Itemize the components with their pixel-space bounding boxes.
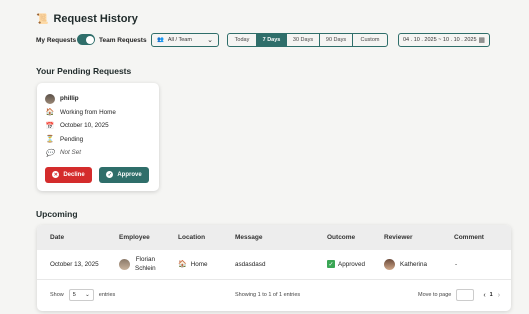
home-icon: 🏠	[45, 109, 55, 117]
avatar	[45, 93, 55, 104]
pagination: Move to page ‹ 1 ›	[418, 289, 500, 301]
showing-text: Showing 1 to 1 of 1 entries	[235, 292, 301, 298]
table-row[interactable]: October 13, 2025 Florian Schlein 🏠 Home …	[37, 250, 511, 280]
avatar	[119, 258, 130, 270]
table-header: Date Employee Location Message Outcome R…	[37, 225, 511, 250]
speech-bubble-icon: 💬	[45, 149, 55, 157]
cell-employee: Florian Schlein	[119, 255, 156, 273]
col-message: Message	[235, 234, 263, 241]
col-outcome: Outcome	[327, 234, 356, 241]
card-actions: ✕ Decline ✓ Approve	[45, 166, 151, 183]
col-location: Location	[178, 234, 206, 241]
hourglass-icon: ⏳	[45, 136, 55, 144]
scroll-icon: 📜	[36, 13, 49, 25]
approve-label: Approve	[117, 171, 142, 178]
page-size-value: 5	[72, 292, 76, 298]
current-page: 1	[489, 292, 493, 298]
chevron-left-icon[interactable]: ‹	[483, 292, 485, 299]
date-range-value: 04 . 10 . 2025 ~ 10 . 10 . 2025	[403, 37, 477, 43]
card-type: 🏠 Working from Home	[45, 106, 151, 120]
request-status: Pending	[60, 135, 84, 143]
team-select-value: All / Team	[167, 37, 192, 43]
request-date: October 10, 2025	[60, 122, 109, 130]
chevron-down-icon: ⌄	[207, 37, 213, 44]
range-custom[interactable]: Custom	[353, 34, 387, 46]
reviewer-name: Katherina	[400, 261, 427, 268]
page-title: 📜 Request History	[36, 13, 138, 25]
chevron-down-icon: ⌄	[85, 292, 90, 298]
page-size-select[interactable]: 5 ⌄	[68, 289, 94, 301]
requests-toggle[interactable]	[77, 34, 95, 45]
home-icon: 🏠	[178, 261, 187, 268]
check-icon: ✓	[327, 260, 335, 268]
approve-button[interactable]: ✓ Approve	[99, 166, 149, 183]
show-label: Show	[50, 292, 64, 298]
entries-label: entries	[98, 292, 116, 298]
move-to-page-label: Move to page	[418, 292, 452, 298]
employee-name: Florian Schlein	[135, 255, 156, 273]
team-requests-label: Team Requests	[99, 37, 147, 44]
request-note: Not Set	[60, 149, 81, 157]
upcoming-section-title: Upcoming	[36, 209, 78, 219]
team-select[interactable]: 👥 All / Team ⌄	[151, 33, 219, 47]
calendar-icon: ▦	[478, 37, 485, 44]
page-size-control: Show 5 ⌄ entries	[50, 289, 115, 301]
chevron-right-icon[interactable]: ›	[498, 292, 500, 299]
employee-first-name: Florian	[135, 256, 155, 263]
date-range-input[interactable]: 04 . 10 . 2025 ~ 10 . 10 . 2025 ▦	[398, 33, 490, 47]
avatar	[384, 259, 395, 270]
range-7-days[interactable]: 7 Days	[257, 34, 287, 46]
page-title-text: Request History	[53, 13, 138, 25]
range-30-days[interactable]: 30 Days	[287, 34, 320, 46]
card-status: ⏳ Pending	[45, 133, 151, 147]
cell-reviewer: Katherina	[384, 259, 427, 270]
decline-button[interactable]: ✕ Decline	[45, 166, 92, 183]
card-employee: phillip	[45, 92, 151, 106]
range-90-days[interactable]: 90 Days	[320, 34, 353, 46]
employee-last-name: Schlein	[135, 265, 156, 272]
cell-message: asdasdasd	[235, 261, 266, 268]
card-note: 💬 Not Set	[45, 146, 151, 160]
table-footer: Show 5 ⌄ entries Showing 1 to 1 of 1 ent…	[37, 280, 511, 311]
outcome-text: Approved	[338, 260, 365, 268]
pending-section-title: Your Pending Requests	[36, 66, 132, 76]
my-requests-label: My Requests	[36, 37, 77, 44]
date-range-tabs: Today 7 Days 30 Days 90 Days Custom	[227, 33, 388, 47]
cell-comment: -	[455, 261, 458, 268]
col-reviewer: Reviewer	[384, 234, 413, 241]
cell-location: 🏠 Home	[178, 260, 208, 269]
toggle-knob	[85, 35, 94, 44]
cell-date: October 13, 2025	[50, 261, 99, 268]
card-date: 📅 October 10, 2025	[45, 119, 151, 133]
range-today[interactable]: Today	[228, 34, 257, 46]
pending-request-card: phillip 🏠 Working from Home 📅 October 10…	[37, 83, 159, 191]
upcoming-table: Date Employee Location Message Outcome R…	[37, 225, 511, 311]
check-icon: ✓	[106, 171, 114, 178]
close-icon: ✕	[52, 171, 60, 178]
location-text: Home	[190, 260, 208, 268]
request-type: Working from Home	[60, 108, 116, 116]
cell-outcome: ✓ Approved	[327, 260, 365, 268]
col-date: Date	[50, 234, 65, 241]
page-input[interactable]	[456, 289, 475, 301]
filter-bar: My Requests Team Requests 👥 All / Team ⌄…	[36, 33, 519, 47]
employee-name: phillip	[60, 95, 79, 103]
calendar-icon: 📅	[45, 122, 55, 130]
decline-label: Decline	[63, 171, 85, 178]
col-employee: Employee	[119, 234, 150, 241]
team-icon: 👥	[157, 37, 164, 43]
col-comment: Comment	[454, 234, 484, 241]
